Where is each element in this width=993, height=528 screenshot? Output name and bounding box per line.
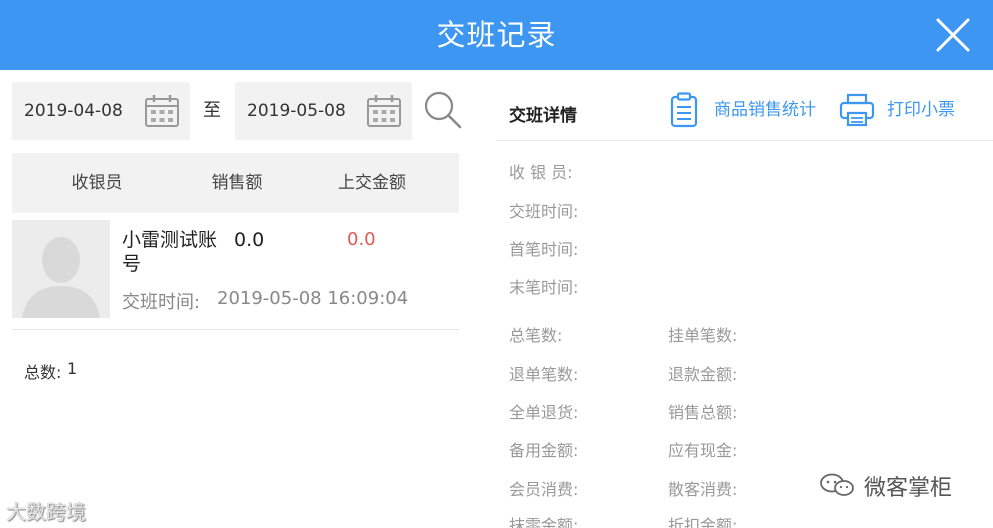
start-date-picker[interactable]: 2019-04-08 xyxy=(12,82,190,140)
detail-title: 交班详情 xyxy=(509,106,577,126)
field-total-sales: 销售总额: xyxy=(668,403,738,422)
end-date-value: 2019-05-08 xyxy=(247,101,346,121)
field-discount-amount: 折扣金额: xyxy=(668,516,738,528)
calendar-icon xyxy=(367,95,401,127)
column-header-sales: 销售额 xyxy=(211,173,263,193)
field-cashier: 收 银 员: xyxy=(509,163,573,182)
record-sales: 0.0 xyxy=(234,229,265,251)
page-title: 交班记录 xyxy=(436,18,557,52)
divider xyxy=(12,329,459,330)
watermark-right: 微客掌柜 xyxy=(818,470,978,501)
field-refund-orders: 退单笔数: xyxy=(509,365,579,384)
field-held-orders: 挂单笔数: xyxy=(668,326,738,345)
printer-icon xyxy=(839,93,875,127)
field-total-orders: 总笔数: xyxy=(509,326,563,345)
shift-list-panel: 2019-04-08 至 2019-05-08 收银员 销售额 上交金额 小雷测… xyxy=(0,70,472,528)
watermark-left: 大数跨境 xyxy=(6,500,86,524)
divider xyxy=(496,140,993,141)
record-shift-time-label: 交班时间: xyxy=(122,292,201,313)
field-expected-cash: 应有现金: xyxy=(668,441,738,460)
close-icon[interactable] xyxy=(930,12,976,58)
field-rounding-amount: 抹零金额: xyxy=(509,516,579,528)
field-petty-cash: 备用金额: xyxy=(509,441,579,460)
field-full-returns: 全单退货: xyxy=(509,403,579,422)
field-last-order-time: 末笔时间: xyxy=(509,278,579,297)
watermark-right-text: 微客掌柜 xyxy=(864,476,953,501)
field-walkin-spending: 散客消费: xyxy=(668,480,738,499)
product-sales-stats-label: 商品销售统计 xyxy=(714,100,816,120)
table-row[interactable]: 小雷测试账号 0.0 0.0 交班时间: 2019-05-08 16:09:04 xyxy=(12,220,459,320)
field-shift-time: 交班时间: xyxy=(509,202,579,221)
avatar xyxy=(12,220,110,318)
column-header-cashier: 收银员 xyxy=(71,173,123,193)
record-shift-time: 2019-05-08 16:09:04 xyxy=(217,288,409,309)
record-cashier-name: 小雷测试账号 xyxy=(122,229,218,275)
field-member-spending: 会员消费: xyxy=(509,480,579,499)
end-date-picker[interactable]: 2019-05-08 xyxy=(235,82,412,140)
total-count-value: 1 xyxy=(67,359,78,378)
shift-detail-panel: 交班详情 商品销售统计 打印小票 收 银 员: 交班时间: 首笔时间: 末笔时间… xyxy=(496,70,993,528)
total-count-label: 总数: xyxy=(24,363,62,382)
search-icon[interactable] xyxy=(423,90,463,130)
start-date-value: 2019-04-08 xyxy=(24,101,123,121)
clipboard-icon xyxy=(670,92,698,128)
record-submitted-amount: 0.0 xyxy=(347,229,376,250)
wechat-icon xyxy=(820,473,854,496)
title-bar: 交班记录 xyxy=(0,0,993,70)
table-header: 收银员 销售额 上交金额 xyxy=(12,153,459,213)
product-sales-stats-button[interactable]: 商品销售统计 xyxy=(666,88,826,132)
print-receipt-button[interactable]: 打印小票 xyxy=(839,88,969,132)
print-receipt-label: 打印小票 xyxy=(887,100,955,120)
column-header-submitted-amount: 上交金额 xyxy=(338,173,406,193)
field-refund-amount: 退款金额: xyxy=(668,365,738,384)
date-range-separator: 至 xyxy=(203,100,221,121)
calendar-icon xyxy=(145,95,179,127)
field-first-order-time: 首笔时间: xyxy=(509,240,579,259)
